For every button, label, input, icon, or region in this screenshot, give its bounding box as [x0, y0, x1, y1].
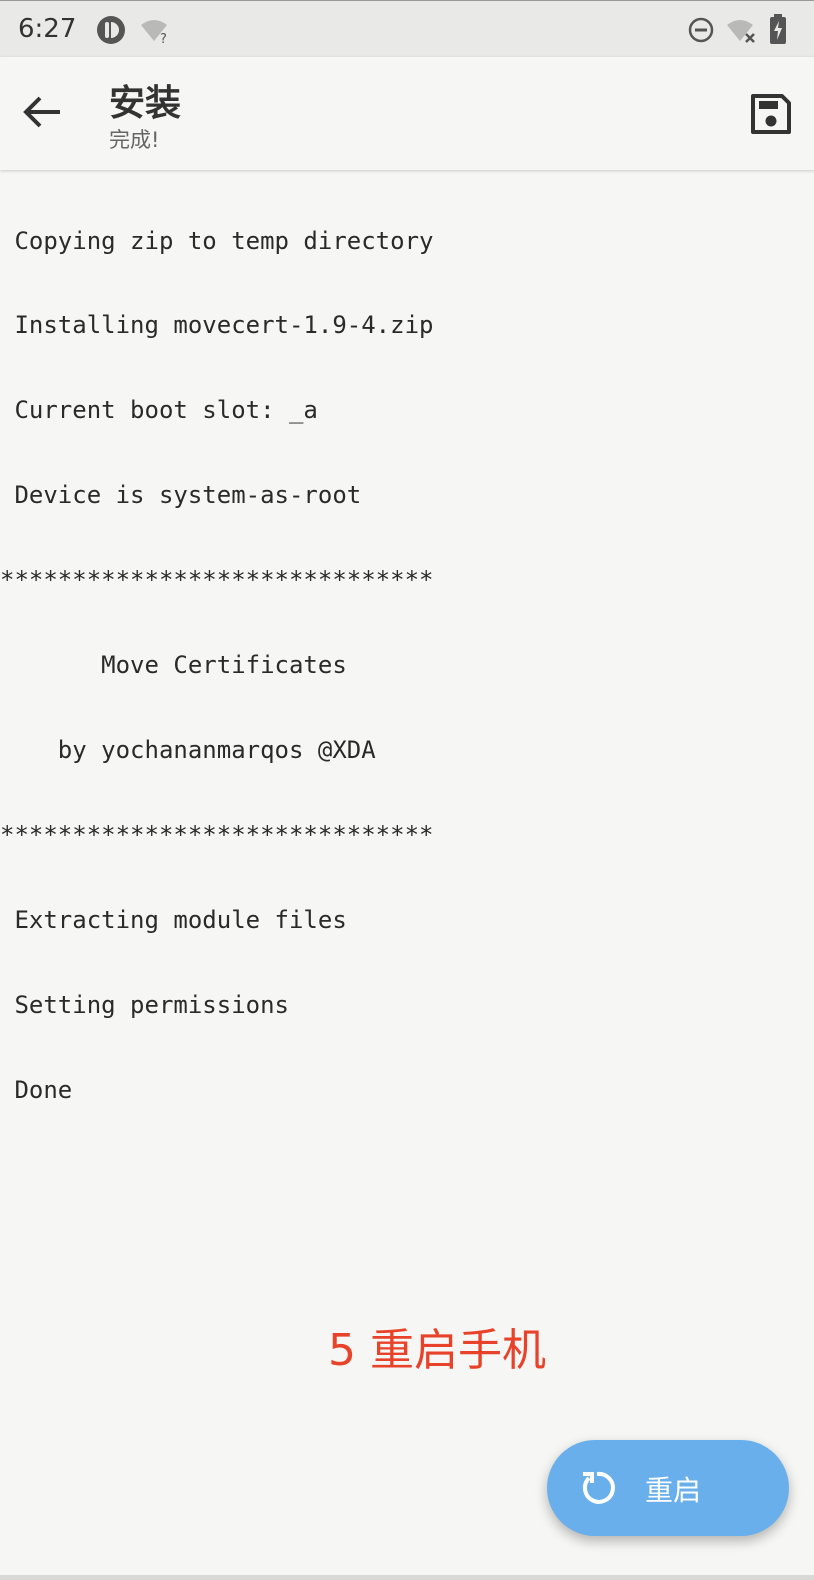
app-notification-icon: [97, 16, 125, 44]
log-line: by yochananmarqos @XDA: [0, 735, 376, 764]
log-line: Copying zip to temp directory: [0, 226, 434, 255]
back-button[interactable]: [18, 87, 68, 137]
save-icon: [751, 94, 791, 134]
svg-text:?: ?: [160, 32, 167, 45]
arrow-left-icon: [23, 96, 60, 128]
log-line: ******************************: [0, 820, 434, 849]
page-subtitle: 完成!: [109, 128, 160, 152]
log-line: Current boot slot: _a: [0, 396, 318, 425]
log-line: Installing movecert-1.9-4.zip: [0, 311, 434, 340]
install-log: Copying zip to temp directory Installing…: [0, 170, 814, 1132]
reboot-button-label: 重启: [645, 1474, 702, 1507]
wifi-unknown-icon: ?: [141, 20, 167, 45]
do-not-disturb-icon: [688, 17, 714, 43]
wifi-off-icon: [727, 20, 755, 43]
bottom-edge: [0, 1575, 814, 1580]
app-bar: 安装 完成!: [0, 57, 814, 170]
log-line: Done: [0, 1075, 73, 1104]
save-button[interactable]: [750, 93, 792, 135]
battery-charging-icon: [770, 14, 786, 44]
reboot-button[interactable]: 重启: [547, 1440, 789, 1536]
restart-icon: [582, 1471, 615, 1504]
step-annotation: 5 重启手机: [328, 1325, 546, 1376]
log-line: Device is system-as-root: [0, 481, 362, 510]
log-line: ******************************: [0, 566, 434, 595]
log-line: Setting permissions: [0, 990, 289, 1019]
status-bar: 6:27 ?: [0, 0, 814, 58]
page-title: 安装: [109, 83, 182, 124]
log-line: Extracting module files: [0, 905, 347, 934]
log-line: Move Certificates: [0, 651, 347, 680]
status-time: 6:27: [18, 14, 77, 44]
